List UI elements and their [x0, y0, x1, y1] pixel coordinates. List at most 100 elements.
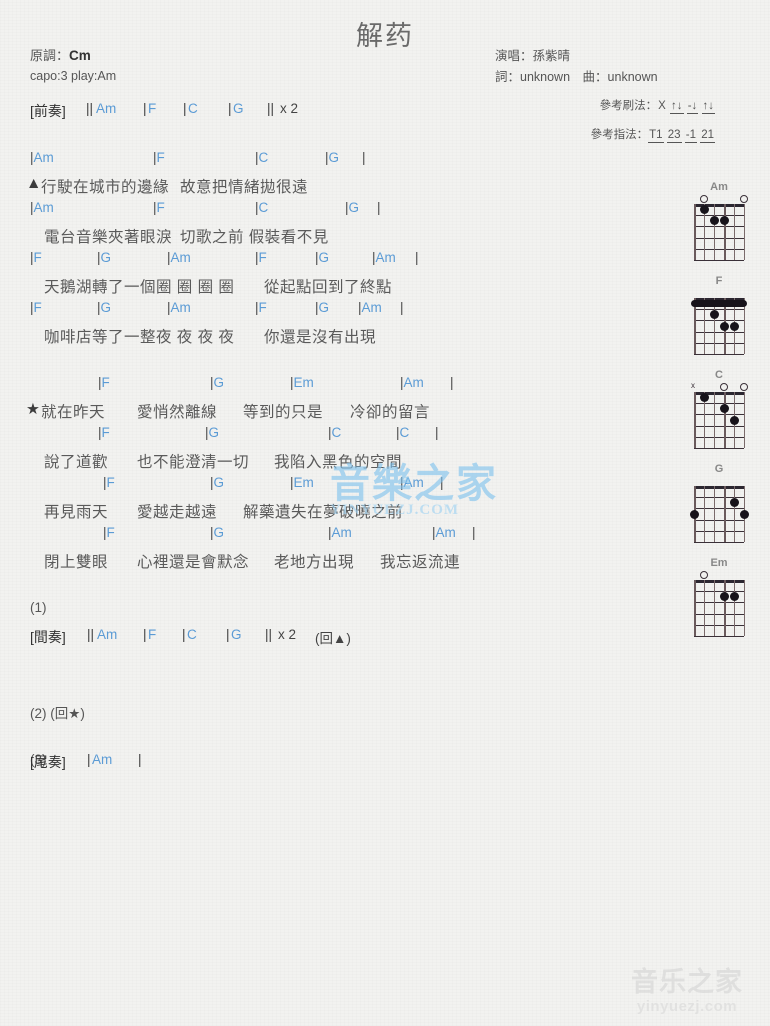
chord-diagram-label: F [715, 275, 723, 287]
text-token: x 2 [278, 627, 297, 642]
chord-token: |G [315, 300, 329, 315]
chord-token: |G [210, 475, 224, 490]
bar-token: | [183, 101, 187, 116]
chord-token: | [435, 425, 439, 440]
chord-name: Am [170, 300, 191, 315]
chord-name: F [106, 525, 115, 540]
chord-token: |C [255, 150, 268, 165]
open-string-marker [740, 383, 748, 391]
chord-line: |Am |F |C |G | [0, 200, 700, 220]
chord-token: G [233, 101, 244, 116]
chord-diagram-column: Am F Cx G Em [680, 180, 758, 650]
chord-token: |Am [432, 525, 456, 540]
lyric-segment: 愛越走越遠 [137, 504, 218, 521]
chord-diagram-c: Cx [680, 368, 758, 450]
bar-token: | [87, 752, 91, 767]
bar-token: | [226, 627, 230, 642]
fret-line [694, 613, 744, 615]
chord-name: C [258, 200, 269, 215]
chord-token: |F [30, 250, 42, 265]
chord-token: |F [153, 200, 165, 215]
bar-token: | [182, 627, 186, 642]
lyric-segment: 你還是沒有出現 [264, 329, 377, 346]
bar-token: || [267, 101, 275, 116]
string-line [724, 580, 726, 636]
chord-name: F [101, 375, 110, 390]
fret-line [694, 624, 744, 626]
string-line [724, 392, 726, 448]
chord-diagram-em: Em [680, 556, 758, 638]
open-string-marker [740, 195, 748, 203]
chord-name: Am [435, 525, 456, 540]
lyric-line: ★ 就在昨天 愛悄然離線 等到的只是 冷卻的留言 [0, 400, 700, 424]
barre-marker [691, 300, 747, 308]
chord-token: F [148, 101, 157, 116]
chord-name: Am [33, 150, 54, 165]
chord-token: |Am [167, 300, 191, 315]
bar-token: || [265, 627, 273, 642]
chord-token: Am [96, 101, 117, 116]
chord-diagram-grid [680, 570, 758, 638]
chord-token: |F [103, 525, 115, 540]
string-line [744, 580, 745, 636]
pattern-token: ↑↓ [701, 100, 715, 114]
fret-line [694, 508, 744, 510]
chord-name: C [331, 425, 342, 440]
chord-name: G [100, 300, 112, 315]
fret-line [694, 519, 744, 521]
fret-line [694, 530, 744, 532]
fret-line [694, 354, 744, 355]
chord-line: |F |G |Em |Am | [0, 375, 700, 395]
chord-token: | [362, 150, 366, 165]
chord-diagram-grid [680, 194, 758, 262]
fret-line [694, 425, 744, 427]
finger-dot [709, 216, 719, 226]
chord-name: F [33, 250, 42, 265]
chord-token: |G [345, 200, 359, 215]
chord-name: Am [375, 250, 396, 265]
chord-diagram-grid [680, 476, 758, 544]
bar-token: | [400, 300, 404, 315]
song-key-info: 原調：Cm capo:3 play:Am [30, 46, 116, 86]
fret-line [694, 309, 744, 311]
chord-token: |Am [167, 250, 191, 265]
fret-line [694, 320, 744, 322]
chord-name: Am [331, 525, 352, 540]
lyric-line: 咖啡店等了一整夜 夜 夜 夜 你還是沒有出現 [0, 325, 700, 349]
chord-name: G [213, 375, 225, 390]
fret-line [694, 436, 744, 438]
fret-line [694, 403, 744, 405]
muted-string-marker: x [691, 381, 695, 390]
original-key-value: Cm [69, 48, 91, 63]
singer-line: 演唱：孫紫晴 [495, 49, 571, 63]
chord-line: |F |G |Am |F |G |Am | [0, 300, 700, 320]
bar-token: | [450, 375, 454, 390]
lyric-line: 說了道歡 也不能澄清一切 我陷入黑色的空間 [0, 450, 700, 474]
section-marker: ▲ [26, 175, 42, 192]
intro-chord-tokens: || Am | F | C | G || x 2 [0, 101, 700, 121]
pattern-token: T1 [648, 129, 664, 143]
lyric-segment: 說了道歡 [44, 454, 109, 471]
chord-token: | [377, 200, 381, 215]
interlude-chord-tokens: || Am | F | C | G || x 2 (回▲) [0, 627, 700, 647]
chord-name: F [156, 200, 165, 215]
lyric-segment: 愛悄然離線 [137, 404, 218, 421]
string-line [694, 204, 696, 260]
chord-token: Am [97, 627, 118, 642]
chord-token: |F [98, 425, 110, 440]
text-token: x 2 [280, 101, 299, 116]
finger-dot [719, 404, 729, 414]
chord-name: F [258, 300, 267, 315]
lyric-segment: 等到的只是 [243, 404, 324, 421]
chord-token: |F [103, 475, 115, 490]
capo-row: capo:3 play:Am [30, 69, 117, 83]
open-string-marker [700, 571, 708, 579]
pattern-token: 21 [700, 129, 715, 143]
chord-name: F [33, 300, 42, 315]
open-string-marker [700, 195, 708, 203]
lyric-segment: 老地方出現 [274, 554, 355, 571]
chord-name: G [328, 150, 340, 165]
string-line [714, 580, 715, 636]
string-line [734, 486, 735, 542]
finger-dot [739, 509, 749, 519]
